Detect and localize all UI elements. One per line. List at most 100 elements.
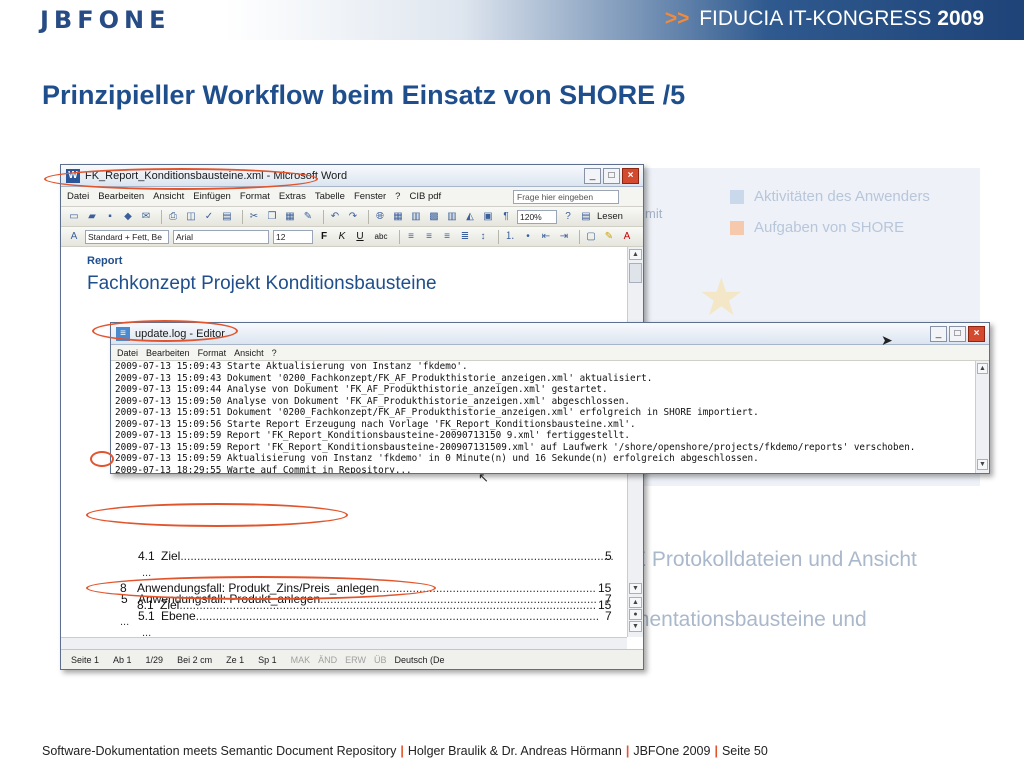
print-preview-icon[interactable]: ◫ [184, 210, 198, 223]
menu-bearbeiten[interactable]: Bearbeiten [146, 348, 190, 358]
legend-label-user: Aktivitäten des Anwenders [754, 188, 930, 205]
paste-icon[interactable]: ▦ [283, 210, 297, 223]
insert-table-icon[interactable]: ▥ [409, 210, 423, 223]
menu-fenster[interactable]: Fenster [354, 191, 386, 202]
document-map-icon[interactable]: ▣ [481, 210, 495, 223]
status-mode-track[interactable]: ÄND [318, 655, 337, 665]
read-icon[interactable]: ▤ [579, 210, 593, 223]
underline-button[interactable]: U [353, 230, 367, 243]
line-spacing-icon[interactable]: ↕ [476, 230, 490, 243]
menu-tabelle[interactable]: Tabelle [315, 191, 345, 202]
previous-page-button[interactable]: ▲ [629, 597, 642, 608]
menu-format[interactable]: Format [240, 191, 270, 202]
font-select[interactable]: Arial [173, 229, 269, 244]
toolbar-separator [368, 209, 369, 224]
menu-format[interactable]: Format [198, 348, 227, 358]
paragraph-marks-icon[interactable]: ¶ [499, 210, 513, 223]
next-page-button[interactable]: ▼ [629, 621, 642, 632]
highlight-icon[interactable]: ✎ [602, 230, 616, 243]
excel-icon[interactable]: ▩ [427, 210, 441, 223]
permission-icon[interactable]: ◆ [121, 210, 135, 223]
new-document-icon[interactable]: ▭ [67, 210, 81, 223]
border-icon[interactable]: ▢ [584, 230, 598, 243]
font-color-icon[interactable]: A [620, 230, 634, 243]
status-mode-extend[interactable]: ERW [345, 655, 366, 665]
scroll-down-button[interactable]: ▼ [977, 459, 988, 470]
help-icon[interactable]: ? [561, 210, 575, 223]
highlight-partial [90, 451, 114, 467]
background-text-modules: mentationsbausteine und [632, 608, 867, 631]
spellcheck-icon[interactable]: ✓ [202, 210, 216, 223]
hyperlink-icon[interactable]: 🌐︎ [373, 210, 387, 223]
tables-icon[interactable]: ▦ [391, 210, 405, 223]
menu-datei[interactable]: Datei [117, 348, 138, 358]
scroll-up-button[interactable]: ▲ [977, 363, 988, 374]
word-horizontal-scrollbar[interactable] [61, 637, 627, 649]
legend-label-shore: Aufgaben von SHORE [754, 219, 905, 236]
scroll-down-button[interactable]: ▼ [629, 583, 642, 594]
menu-cib-pdf[interactable]: CIB pdf [409, 191, 441, 202]
decrease-indent-icon[interactable]: ⇤ [539, 230, 553, 243]
scroll-thumb[interactable] [629, 263, 642, 283]
drawing-icon[interactable]: ◭ [463, 210, 477, 223]
close-button[interactable]: × [622, 168, 639, 184]
print-icon[interactable]: ⎙ [166, 210, 180, 223]
editor-window-controls: _ □ × [928, 326, 985, 342]
read-button[interactable]: Lesen [597, 211, 623, 222]
style-select[interactable]: Standard + Fett, Be [85, 229, 169, 244]
status-mode-macro[interactable]: MAK [291, 655, 311, 665]
undo-icon[interactable]: ↶ [328, 210, 342, 223]
minimize-button[interactable]: _ [930, 326, 947, 342]
zoom-select[interactable]: 120% [517, 209, 557, 224]
maximize-button[interactable]: □ [949, 326, 966, 342]
editor-titlebar[interactable]: ≡ update.log - Editor _ □ × [111, 323, 989, 345]
align-right-icon[interactable]: ≡ [440, 230, 454, 243]
editor-vertical-scrollbar[interactable]: ▲ ▼ [975, 361, 989, 473]
research-icon[interactable]: ▤ [220, 210, 234, 223]
congress-year: 2009 [937, 7, 984, 30]
strikethrough-button[interactable]: abc [371, 230, 391, 243]
numbering-icon[interactable]: ⒈ [503, 230, 517, 243]
status-mode-overtype[interactable]: ÜB [374, 655, 387, 665]
menu-einfuegen[interactable]: Einfügen [193, 191, 231, 202]
minimize-button[interactable]: _ [584, 168, 601, 184]
status-position: Bei 2 cm [177, 654, 213, 665]
increase-indent-icon[interactable]: ⇥ [557, 230, 571, 243]
format-painter-icon[interactable]: ✎ [301, 210, 315, 223]
menu-bearbeiten[interactable]: Bearbeiten [98, 191, 144, 202]
italic-button[interactable]: K [335, 230, 349, 243]
align-left-icon[interactable]: ≡ [404, 230, 418, 243]
maximize-button[interactable]: □ [603, 168, 620, 184]
close-button[interactable]: × [968, 326, 985, 342]
background-text-mit: mit [645, 206, 663, 221]
menu-datei[interactable]: Datei [67, 191, 89, 202]
footer-event: JBFOne 2009 [633, 744, 711, 758]
columns-icon[interactable]: ▥ [445, 210, 459, 223]
bullets-icon[interactable]: • [521, 230, 535, 243]
menu-extras[interactable]: Extras [279, 191, 306, 202]
menu-ansicht[interactable]: Ansicht [234, 348, 264, 358]
log-text-area[interactable]: 2009-07-13 15:09:43 Starte Aktualisierun… [113, 361, 975, 473]
menu-help[interactable]: ? [395, 191, 400, 202]
highlight-word-title [44, 168, 318, 190]
toolbar-separator [323, 209, 324, 224]
font-size-select[interactable]: 12 [273, 229, 313, 244]
copy-icon[interactable]: ❐ [265, 210, 279, 223]
menu-help[interactable]: ? [272, 348, 277, 358]
open-folder-icon[interactable]: ▰ [85, 210, 99, 223]
save-icon[interactable]: ▪ [103, 210, 117, 223]
footer-page: Seite 50 [721, 744, 768, 758]
justify-icon[interactable]: ≣ [458, 230, 472, 243]
mail-icon[interactable]: ✉ [139, 210, 153, 223]
redo-icon[interactable]: ↷ [346, 210, 360, 223]
jbfone-logo: JBFONE [40, 6, 171, 34]
editor-window[interactable]: ≡ update.log - Editor _ □ × Datei Bearbe… [110, 322, 990, 474]
menu-ansicht[interactable]: Ansicht [153, 191, 184, 202]
browse-object-button[interactable]: ● [629, 609, 642, 620]
cut-icon[interactable]: ✂ [247, 210, 261, 223]
help-search-input[interactable]: Frage hier eingeben [513, 190, 619, 204]
scroll-up-button[interactable]: ▲ [629, 249, 642, 260]
styles-pane-icon[interactable]: A [67, 230, 81, 243]
align-center-icon[interactable]: ≡ [422, 230, 436, 243]
bold-button[interactable]: F [317, 230, 331, 243]
